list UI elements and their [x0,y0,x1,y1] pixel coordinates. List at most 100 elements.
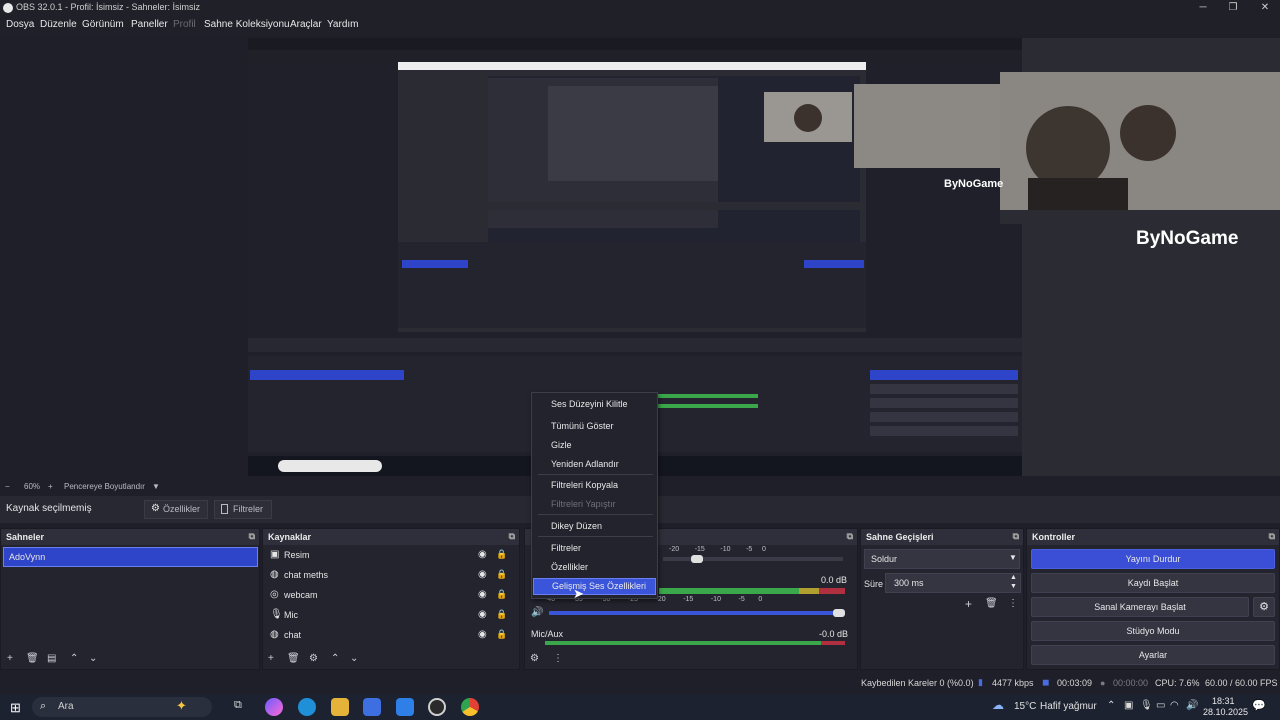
lock-icon[interactable]: 🔒 [496,589,507,600]
lock-icon[interactable]: 🔒 [496,549,507,560]
ctx-copy-filters[interactable]: Filtreleri Kopyala [533,477,656,494]
menu-file[interactable]: Dosya [6,19,34,30]
no-source-label: Kaynak seçilmemiş [6,503,92,514]
spin-up-icon[interactable]: ▲ [1010,574,1017,581]
volume-slider-1[interactable] [663,557,843,561]
studio-mode-button[interactable]: Stüdyo Modu [1031,621,1275,641]
menu-help[interactable]: Yardım [327,19,359,30]
zoom-dropdown-caret[interactable]: ▼ [152,482,160,491]
ctx-properties[interactable]: Özellikler [533,559,656,576]
undock-icon[interactable]: ⧉ [509,531,515,542]
move-up-icon[interactable]: ⌃ [331,653,339,664]
eye-icon[interactable]: ◉ [478,549,487,560]
menu-view[interactable]: Görünüm [82,19,124,30]
eye-icon[interactable]: ◉ [478,609,487,620]
notification-icon[interactable]: 💬 [1252,699,1266,712]
undock-icon[interactable]: ⧉ [847,531,853,542]
mixer-menu-icon[interactable]: ⋮ [553,653,563,664]
tray-battery-icon[interactable]: ▭ [1156,700,1165,711]
tray-mic-icon[interactable]: 🎙 [1140,700,1153,711]
start-virtual-camera-button[interactable]: Sanal Kamerayı Başlat [1031,597,1249,617]
eye-icon[interactable]: ◉ [478,589,487,600]
close-button[interactable]: ✕ [1250,0,1280,16]
file-explorer-icon[interactable] [331,698,349,716]
volume-slider-handle-2[interactable] [833,609,845,617]
ctx-show-all[interactable]: Tümünü Göster [533,418,656,435]
scene-filters-icon[interactable]: ▤ [47,653,56,664]
lock-icon[interactable]: 🔒 [496,609,507,620]
duration-spinbox[interactable]: 300 ms ▲ ▼ [885,573,1021,593]
speaker-icon[interactable]: 🔊 [531,607,543,618]
minimize-button[interactable]: ─ [1188,0,1218,16]
edge-icon[interactable] [298,698,316,716]
undock-icon[interactable]: ⧉ [249,531,255,542]
controls-dock-title: Kontroller ⧉ [1027,529,1279,545]
settings-button[interactable]: Ayarlar [1031,645,1275,665]
copilot-icon[interactable] [265,698,283,716]
properties-button[interactable]: ⚙ Özellikler [144,500,208,519]
remove-scene-icon[interactable]: 🗑 [26,653,39,664]
tray-chevron-icon[interactable]: ⌃ [1107,700,1115,711]
source-row-chat-meths[interactable]: ◍ chat meths ◉ 🔒 [268,569,513,589]
scene-item[interactable]: AdoVynn [3,547,258,567]
ctx-vertical-layout[interactable]: Dikey Düzen [533,518,656,535]
remove-source-icon[interactable]: 🗑 [287,653,300,664]
menu-edit[interactable]: Düzenle [40,19,77,30]
volume-slider-handle-1[interactable] [691,555,703,563]
ctx-advanced-audio-properties[interactable]: Gelişmiş Ses Özellikleri [533,578,656,595]
lock-icon[interactable]: 🔒 [496,569,507,580]
obs-taskbar-icon[interactable] [428,698,446,716]
tray-wifi-icon[interactable]: ◠ [1170,700,1179,711]
preview-canvas[interactable]: ByNoGame ByNoGame [248,38,1280,476]
windows-start-icon[interactable]: ⊞ [10,700,21,716]
source-row-webcam[interactable]: ◎ webcam ◉ 🔒 [268,589,513,609]
clock-date[interactable]: 28.10.2025 [1203,707,1248,717]
move-up-icon[interactable]: ⌃ [70,653,78,664]
virtual-camera-settings-icon[interactable]: ⚙ [1253,597,1275,617]
stop-streaming-button[interactable]: Yayını Durdur [1031,549,1275,569]
add-scene-button[interactable]: + [7,653,13,664]
transition-select[interactable]: Soldur ▼ [864,549,1020,569]
zoom-out-button[interactable]: − [5,482,10,491]
move-down-icon[interactable]: ⌄ [350,653,358,664]
mixer-settings-icon[interactable]: ⚙ [530,653,539,664]
chrome-icon[interactable] [461,698,479,716]
eye-icon[interactable]: ◉ [478,629,487,640]
menu-profile[interactable]: Profil [173,19,196,30]
move-down-icon[interactable]: ⌄ [89,653,97,664]
menu-docks[interactable]: Paneller [131,19,168,30]
source-row-mic[interactable]: 🎙 Mic ◉ 🔒 [268,609,513,629]
volume-meter-green [659,588,799,594]
clock-time[interactable]: 18:31 [1212,696,1235,706]
outlook-icon[interactable] [396,698,414,716]
add-source-button[interactable]: + [268,653,274,664]
source-properties-icon[interactable]: ⚙ [309,653,318,664]
volume-slider-2[interactable] [549,611,843,615]
spin-down-icon[interactable]: ▼ [1010,583,1017,590]
store-icon[interactable] [363,698,381,716]
tray-volume-icon[interactable]: 🔊 [1186,700,1198,711]
filters-button[interactable]: Filtreler [214,500,272,519]
undock-icon[interactable]: ⧉ [1269,531,1275,542]
source-row-image[interactable]: ▣ Resim ◉ 🔒 [268,549,513,569]
start-recording-button[interactable]: Kaydı Başlat [1031,573,1275,593]
remove-transition-icon[interactable]: 🗑 [985,598,998,609]
lock-icon[interactable]: 🔒 [496,629,507,640]
task-view-icon[interactable]: ⧉ [234,699,242,712]
add-transition-button[interactable]: + [965,597,972,611]
ctx-hide[interactable]: Gizle [533,437,656,454]
fit-to-window-label[interactable]: Pencereye Boyutlandır [64,482,145,491]
source-row-chat[interactable]: ◍ chat ◉ 🔒 [268,629,513,649]
zoom-in-button[interactable]: + [48,482,53,491]
ctx-filters[interactable]: Filtreler [533,540,656,557]
maximize-button[interactable]: ❐ [1218,0,1248,16]
transition-menu-icon[interactable]: ⋮ [1008,598,1018,609]
ctx-rename[interactable]: Yeniden Adlandır [533,456,656,473]
undock-icon[interactable]: ⧉ [1013,531,1019,542]
taskbar-search[interactable]: ⌕ Ara ✦ [32,697,212,717]
menu-scene-collection[interactable]: Sahne Koleksiyonu [204,19,290,30]
eye-icon[interactable]: ◉ [478,569,487,580]
tray-apps-icon[interactable]: ▣ [1124,700,1133,711]
ctx-lock-volume[interactable]: Ses Düzeyini Kilitle [533,396,656,413]
menu-tools[interactable]: Araçlar [290,19,322,30]
